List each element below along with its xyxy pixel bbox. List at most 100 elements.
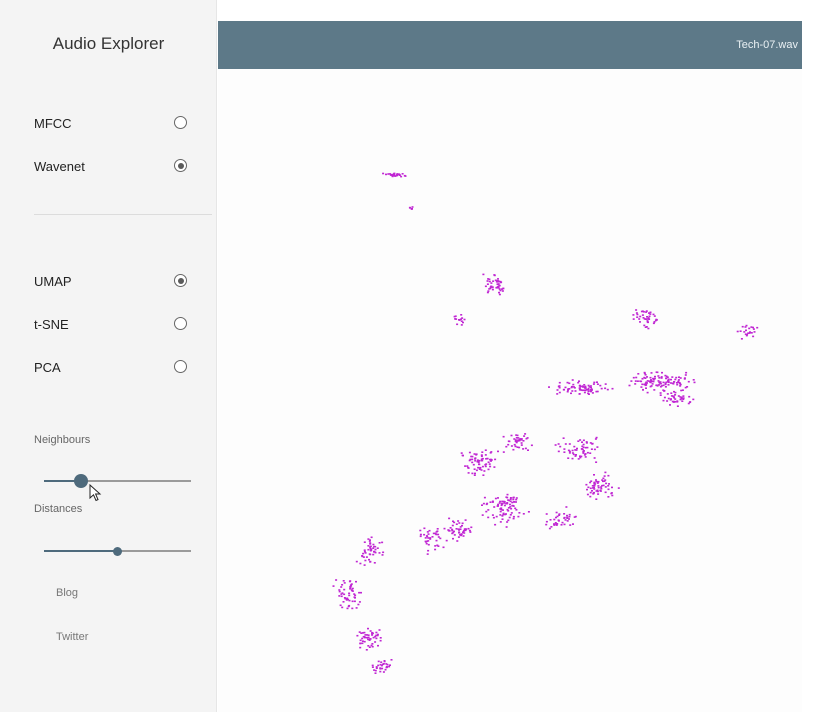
scatter-point[interactable]: [374, 672, 377, 674]
scatter-point[interactable]: [485, 458, 488, 460]
scatter-point[interactable]: [436, 528, 439, 530]
scatter-point[interactable]: [522, 513, 525, 515]
scatter-point[interactable]: [582, 452, 585, 454]
scatter-point[interactable]: [666, 400, 669, 402]
scatter-point[interactable]: [502, 287, 505, 290]
scatter-point[interactable]: [564, 519, 567, 521]
scatter-point[interactable]: [671, 400, 674, 403]
scatter-point[interactable]: [576, 447, 578, 450]
scatter-point[interactable]: [677, 395, 680, 397]
scatter-point[interactable]: [582, 446, 585, 449]
scatter-point[interactable]: [513, 443, 516, 446]
scatter-point[interactable]: [481, 451, 484, 453]
scatter-point[interactable]: [674, 378, 677, 381]
scatter-point[interactable]: [389, 174, 392, 176]
scatter-point[interactable]: [568, 450, 571, 453]
scatter-point[interactable]: [362, 552, 365, 555]
scatter-point[interactable]: [361, 642, 364, 645]
scatter-point[interactable]: [591, 490, 593, 492]
scatter-point[interactable]: [607, 496, 610, 498]
scatter-point[interactable]: [498, 288, 501, 290]
scatter-point[interactable]: [375, 666, 378, 668]
scatter-point[interactable]: [604, 387, 607, 390]
scatter-point[interactable]: [498, 502, 501, 504]
scatter-point[interactable]: [400, 175, 403, 178]
scatter-point[interactable]: [367, 634, 370, 636]
scatter-point[interactable]: [453, 521, 456, 524]
scatter-point[interactable]: [568, 382, 571, 385]
scatter-point[interactable]: [353, 593, 356, 595]
scatter-point[interactable]: [368, 558, 370, 561]
scatter-point[interactable]: [369, 630, 372, 632]
scatter-point[interactable]: [493, 506, 496, 508]
scatter-point[interactable]: [451, 528, 454, 531]
scatter-point[interactable]: [606, 388, 609, 391]
scatter-point[interactable]: [518, 439, 521, 442]
scatter-point[interactable]: [571, 449, 574, 452]
scatter-point[interactable]: [646, 318, 649, 320]
scatter-point[interactable]: [485, 503, 488, 506]
scatter-point[interactable]: [550, 526, 553, 528]
scatter-point[interactable]: [665, 377, 668, 380]
scatter-point[interactable]: [658, 377, 661, 379]
scatter-point[interactable]: [744, 333, 747, 335]
scatter-point[interactable]: [643, 324, 646, 327]
scatter-point[interactable]: [648, 318, 651, 320]
scatter-point[interactable]: [646, 391, 649, 394]
scatter-point[interactable]: [632, 314, 635, 316]
neighbours-slider-thumb[interactable]: [73, 474, 88, 488]
scatter-point[interactable]: [489, 465, 492, 468]
scatter-point[interactable]: [499, 521, 502, 523]
scatter-point[interactable]: [504, 513, 507, 516]
scatter-point[interactable]: [545, 513, 548, 515]
scatter-point[interactable]: [346, 607, 349, 610]
scatter-point[interactable]: [646, 376, 648, 378]
scatter-point[interactable]: [497, 286, 499, 289]
scatter-point[interactable]: [555, 511, 558, 514]
scatter-point[interactable]: [693, 381, 696, 384]
scatter-point[interactable]: [571, 379, 574, 381]
scatter-point[interactable]: [562, 437, 565, 439]
scatter-point[interactable]: [567, 389, 569, 391]
scatter-point[interactable]: [744, 326, 747, 328]
scatter-point[interactable]: [484, 449, 487, 451]
scatter-point[interactable]: [341, 584, 344, 586]
scatter-point[interactable]: [359, 646, 362, 649]
scatter-point[interactable]: [555, 524, 558, 526]
scatter-point[interactable]: [652, 322, 655, 325]
scatter-point[interactable]: [590, 448, 593, 450]
scatter-point[interactable]: [593, 448, 596, 451]
scatter-point[interactable]: [636, 316, 639, 318]
scatter-point[interactable]: [520, 444, 523, 446]
scatter-point[interactable]: [673, 381, 675, 383]
scatter-point[interactable]: [512, 517, 515, 520]
scatter-point[interactable]: [557, 519, 560, 521]
wavenet-radio[interactable]: [174, 159, 187, 172]
scatter-point[interactable]: [522, 440, 525, 442]
scatter-point[interactable]: [391, 175, 394, 178]
scatter-point[interactable]: [492, 516, 495, 519]
scatter-point[interactable]: [680, 389, 683, 392]
scatter-point[interactable]: [473, 453, 476, 455]
scatter-point[interactable]: [514, 440, 517, 442]
scatter-point[interactable]: [593, 381, 596, 384]
scatter-point[interactable]: [516, 446, 519, 448]
scatter-point[interactable]: [591, 443, 594, 445]
scatter-point[interactable]: [557, 443, 560, 445]
scatter-point[interactable]: [641, 377, 644, 380]
scatter-point[interactable]: [582, 386, 585, 388]
scatter-point[interactable]: [652, 313, 655, 316]
scatter-point[interactable]: [671, 382, 674, 385]
scatter-point[interactable]: [481, 504, 483, 506]
scatter-point[interactable]: [586, 446, 589, 449]
scatter-point[interactable]: [579, 455, 581, 457]
scatter-point[interactable]: [487, 516, 490, 519]
scatter-point[interactable]: [367, 627, 369, 630]
scatter-point[interactable]: [562, 389, 565, 391]
scatter-point[interactable]: [554, 522, 557, 524]
scatter-point[interactable]: [520, 442, 523, 444]
scatter-point[interactable]: [662, 381, 665, 384]
scatter-point[interactable]: [578, 384, 581, 387]
scatter-point[interactable]: [499, 514, 502, 516]
scatter-point[interactable]: [349, 586, 352, 588]
